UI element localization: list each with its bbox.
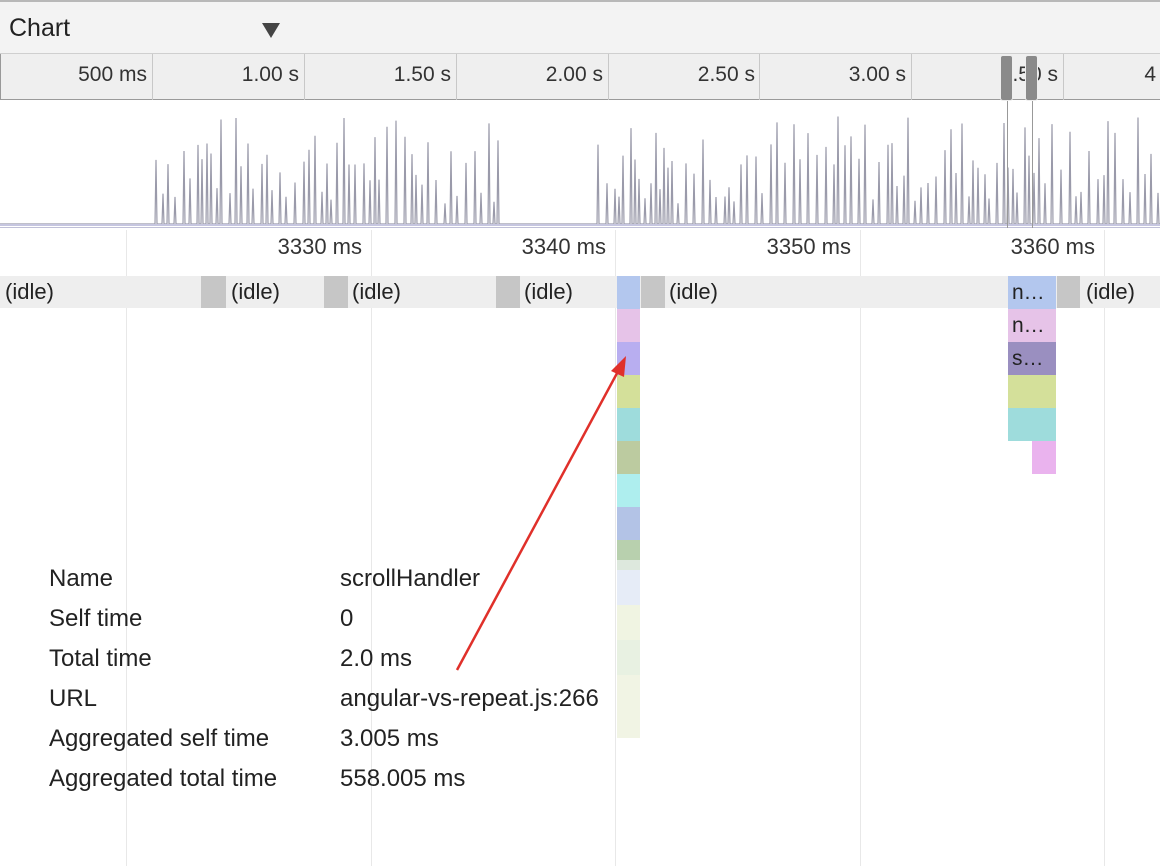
idle-track <box>0 276 1160 308</box>
idle-label[interactable]: (idle) <box>5 279 54 305</box>
selection-left-handle[interactable] <box>1000 55 1013 101</box>
ruler-tick <box>456 54 457 100</box>
detail-key: URL <box>49 685 98 712</box>
selection-window-left-line <box>1007 99 1008 228</box>
time-label: 3360 ms <box>1010 234 1095 259</box>
activity-trace <box>0 116 1160 226</box>
ruler-tick <box>608 54 609 100</box>
idle-gap[interactable] <box>201 276 226 308</box>
detail-value: 2.0 ms <box>340 645 413 672</box>
chart-mode-label: Chart <box>9 13 71 42</box>
selection-window-right-line <box>1032 99 1033 228</box>
idle-label[interactable]: (idle) <box>352 279 401 305</box>
detail-value: 3.005 ms <box>340 725 439 752</box>
flame-frame[interactable] <box>617 474 640 507</box>
frame-details-popover: Name scrollHandler Self time 0 Total tim… <box>49 565 669 805</box>
flame-frame-label: s… <box>1012 347 1044 370</box>
ruler-tick <box>152 54 153 100</box>
ruler-tick <box>911 54 912 100</box>
flame-frame[interactable] <box>617 375 640 408</box>
idle-gap[interactable] <box>641 276 665 308</box>
ruler-tick <box>304 54 305 100</box>
ruler-label: 2.00 s <box>545 63 603 86</box>
idle-label[interactable]: (idle) <box>669 279 718 305</box>
flame-frame-label: n… <box>1012 314 1045 337</box>
detail-key: Total time <box>49 645 152 672</box>
dropdown-triangle-icon <box>262 23 280 38</box>
overview-activity-graph[interactable] <box>0 100 1160 228</box>
idle-label[interactable]: (idle) <box>1086 279 1135 305</box>
flame-frame-scrollhandler[interactable] <box>617 342 640 375</box>
detail-key: Aggregated self time <box>49 725 270 752</box>
flame-frame[interactable] <box>617 408 640 441</box>
ruler-label: 500 ms <box>78 63 147 86</box>
flame-frame[interactable] <box>617 441 640 474</box>
detail-value: scrollHandler <box>340 565 481 592</box>
idle-gap[interactable] <box>496 276 520 308</box>
detail-value: angular-vs-repeat.js:266 <box>340 685 599 712</box>
flame-frame[interactable] <box>617 507 640 540</box>
ruler-tick <box>759 54 760 100</box>
detail-key: Self time <box>49 605 143 632</box>
flame-frame-label: n… <box>1012 281 1045 304</box>
detail-value: 0 <box>340 605 354 632</box>
detail-key: Aggregated total time <box>49 765 278 792</box>
idle-gap[interactable] <box>1057 276 1080 308</box>
ruler-label: 1.00 s <box>241 63 299 86</box>
chart-mode-dropdown[interactable]: Chart <box>0 2 290 54</box>
detail-value: 558.005 ms <box>340 765 466 792</box>
detail-key: Name <box>49 565 114 592</box>
flame-frame[interactable] <box>1008 408 1056 441</box>
flame-frame[interactable] <box>617 309 640 342</box>
flame-frame[interactable] <box>617 540 640 560</box>
flame-frame[interactable] <box>1008 375 1056 408</box>
idle-label[interactable]: (idle) <box>524 279 573 305</box>
overview-ruler: 500 ms 1.00 s 1.50 s 2.00 s 2.50 s 3.00 … <box>0 54 1160 100</box>
selection-right-handle[interactable] <box>1025 55 1038 101</box>
toolbar: Chart <box>0 0 1160 54</box>
idle-label[interactable]: (idle) <box>231 279 280 305</box>
flame-frame[interactable] <box>617 276 640 309</box>
flame-frame[interactable] <box>1032 441 1056 474</box>
ruler-label: 2.50 s <box>697 63 755 86</box>
ruler-label: 3.00 s <box>848 63 906 86</box>
ruler-label: 1.50 s <box>393 63 451 86</box>
grid-line <box>1104 230 1105 866</box>
time-label: 3330 ms <box>277 234 362 259</box>
time-label: 3340 ms <box>521 234 606 259</box>
time-label: 3350 ms <box>766 234 851 259</box>
grid-line <box>860 230 861 866</box>
idle-gap[interactable] <box>324 276 348 308</box>
